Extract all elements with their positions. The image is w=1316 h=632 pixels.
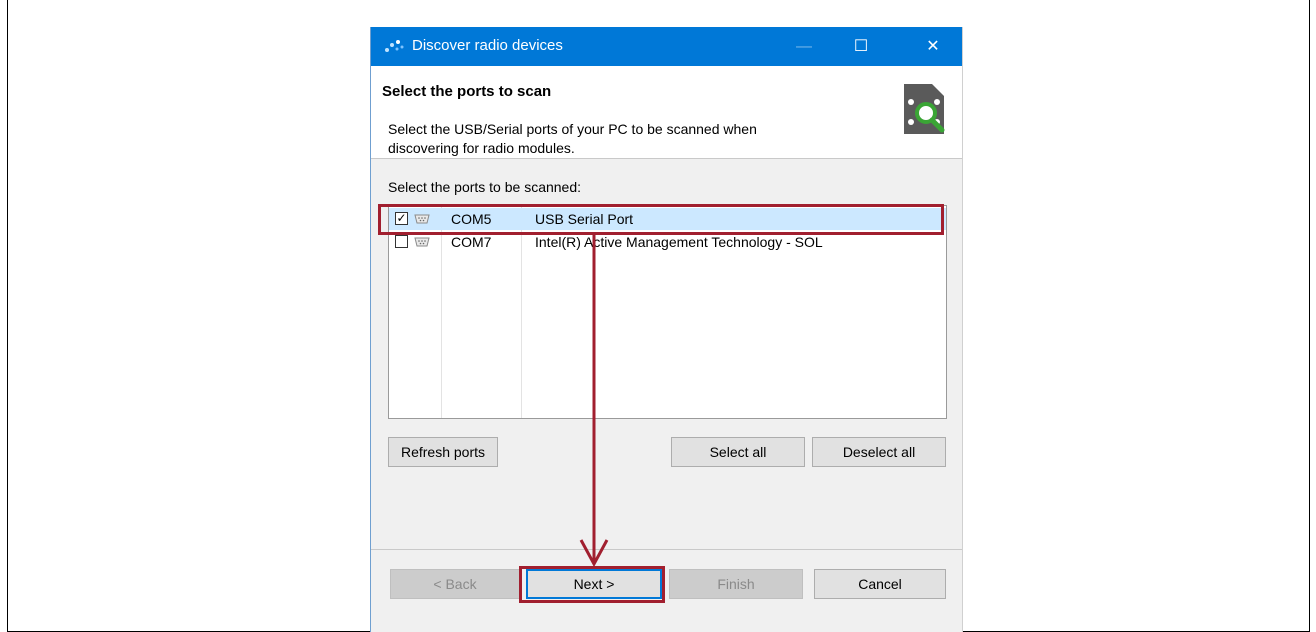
table-row[interactable]: ✓ COM5 USB Serial Port xyxy=(389,208,946,230)
page-title: Select the ports to scan xyxy=(382,83,552,100)
maximize-button[interactable]: ☐ xyxy=(838,27,884,66)
port-description: Intel(R) Active Management Technology - … xyxy=(535,234,823,250)
port-name: COM7 xyxy=(451,234,492,250)
minimize-button[interactable]: — xyxy=(781,27,827,66)
port-description: USB Serial Port xyxy=(535,211,634,227)
radio-devices-icon xyxy=(385,40,404,52)
window-title: Discover radio devices xyxy=(412,37,563,54)
refresh-ports-button[interactable]: Refresh ports xyxy=(388,437,498,467)
wizard-header: Select the ports to scan Select the USB/… xyxy=(371,66,962,159)
table-row[interactable]: COM7 Intel(R) Active Management Technolo… xyxy=(389,231,946,253)
page-description: Select the USB/Serial ports of your PC t… xyxy=(388,121,757,156)
footer-separator xyxy=(371,549,962,550)
serial-port-icon xyxy=(414,214,430,224)
device-search-icon xyxy=(904,84,945,134)
deselect-all-button[interactable]: Deselect all xyxy=(812,437,946,467)
select-all-button[interactable]: Select all xyxy=(671,437,805,467)
ports-label: Select the ports to be scanned: xyxy=(388,179,582,195)
port-checkbox[interactable]: ✓ xyxy=(395,212,408,225)
finish-button[interactable]: Finish xyxy=(669,569,803,599)
title-bar[interactable]: Discover radio devices — ☐ ✕ xyxy=(371,27,962,66)
ports-table[interactable]: ✓ COM5 USB Serial Port COM7 Intel(R) Act… xyxy=(388,205,947,419)
close-button[interactable]: ✕ xyxy=(910,27,956,66)
next-button[interactable]: Next > xyxy=(526,569,662,599)
back-button[interactable]: < Back xyxy=(390,569,520,599)
serial-port-icon xyxy=(414,237,430,247)
cancel-button[interactable]: Cancel xyxy=(814,569,946,599)
port-checkbox[interactable] xyxy=(395,235,408,248)
discover-dialog: Discover radio devices — ☐ ✕ Select the … xyxy=(370,27,963,632)
port-name: COM5 xyxy=(451,211,492,227)
